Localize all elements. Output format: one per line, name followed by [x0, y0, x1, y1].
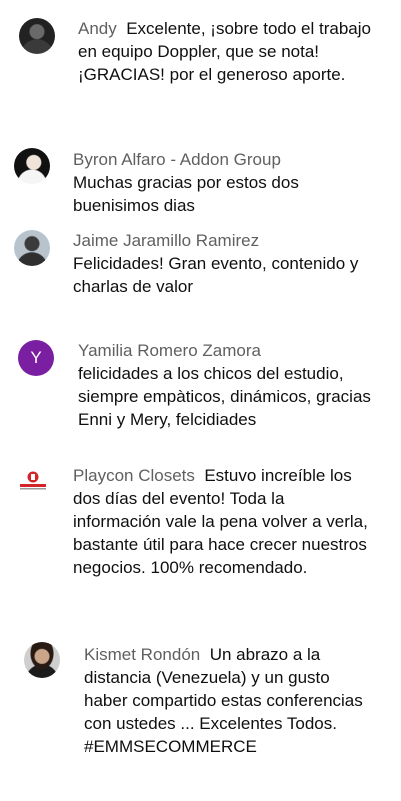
- comment-text: Yamilia Romero Zamora felicidades a los …: [78, 339, 388, 431]
- playcon-logo-icon: [18, 469, 48, 491]
- comment-body: Felicidades! Gran evento, contenido y ch…: [73, 254, 359, 296]
- jaime-avatar[interactable]: [14, 230, 50, 266]
- comment-body: Muchas gracias por estos dos buenisimos …: [73, 173, 299, 215]
- comment-text: Playcon Closets Estuvo increíble los dos…: [73, 464, 373, 579]
- comment-author[interactable]: Kismet Rondón: [84, 645, 200, 664]
- comment-author[interactable]: Jaime Jaramillo Ramirez: [73, 229, 378, 252]
- comment-byron: Byron Alfaro - Addon Group Muchas gracia…: [0, 140, 401, 220]
- comment-text: Kismet Rondón Un abrazo a la distancia (…: [84, 643, 369, 758]
- andy-avatar[interactable]: [19, 18, 55, 54]
- kismet-avatar[interactable]: [24, 642, 60, 678]
- byron-avatar[interactable]: [14, 148, 50, 184]
- yamilia-avatar[interactable]: Y: [18, 340, 54, 376]
- comment-jaime: Jaime Jaramillo Ramirez Felicidades! Gra…: [0, 220, 401, 300]
- comment-yamilia: Y Yamilia Romero Zamora felicidades a lo…: [0, 330, 401, 440]
- comment-author[interactable]: Playcon Closets: [73, 466, 195, 485]
- comment-andy: Andy Excelente, ¡sobre todo el trabajo e…: [0, 0, 401, 120]
- comment-kismet: Kismet Rondón Un abrazo a la distancia (…: [0, 630, 401, 801]
- comment-text: Jaime Jaramillo Ramirez Felicidades! Gra…: [73, 229, 378, 298]
- comment-author[interactable]: Byron Alfaro - Addon Group: [73, 148, 373, 171]
- comment-body: Excelente, ¡sobre todo el trabajo en equ…: [78, 19, 371, 84]
- playcon-logo-icon[interactable]: [18, 469, 48, 491]
- comment-text: Byron Alfaro - Addon Group Muchas gracia…: [73, 148, 373, 217]
- comment-body: felicidades a los chicos del estudio, si…: [78, 364, 371, 429]
- comment-author[interactable]: Yamilia Romero Zamora: [78, 339, 388, 362]
- comment-playcon: Playcon Closets Estuvo increíble los dos…: [0, 455, 401, 615]
- comment-text: Andy Excelente, ¡sobre todo el trabajo e…: [78, 17, 378, 86]
- comment-author[interactable]: Andy: [78, 19, 117, 38]
